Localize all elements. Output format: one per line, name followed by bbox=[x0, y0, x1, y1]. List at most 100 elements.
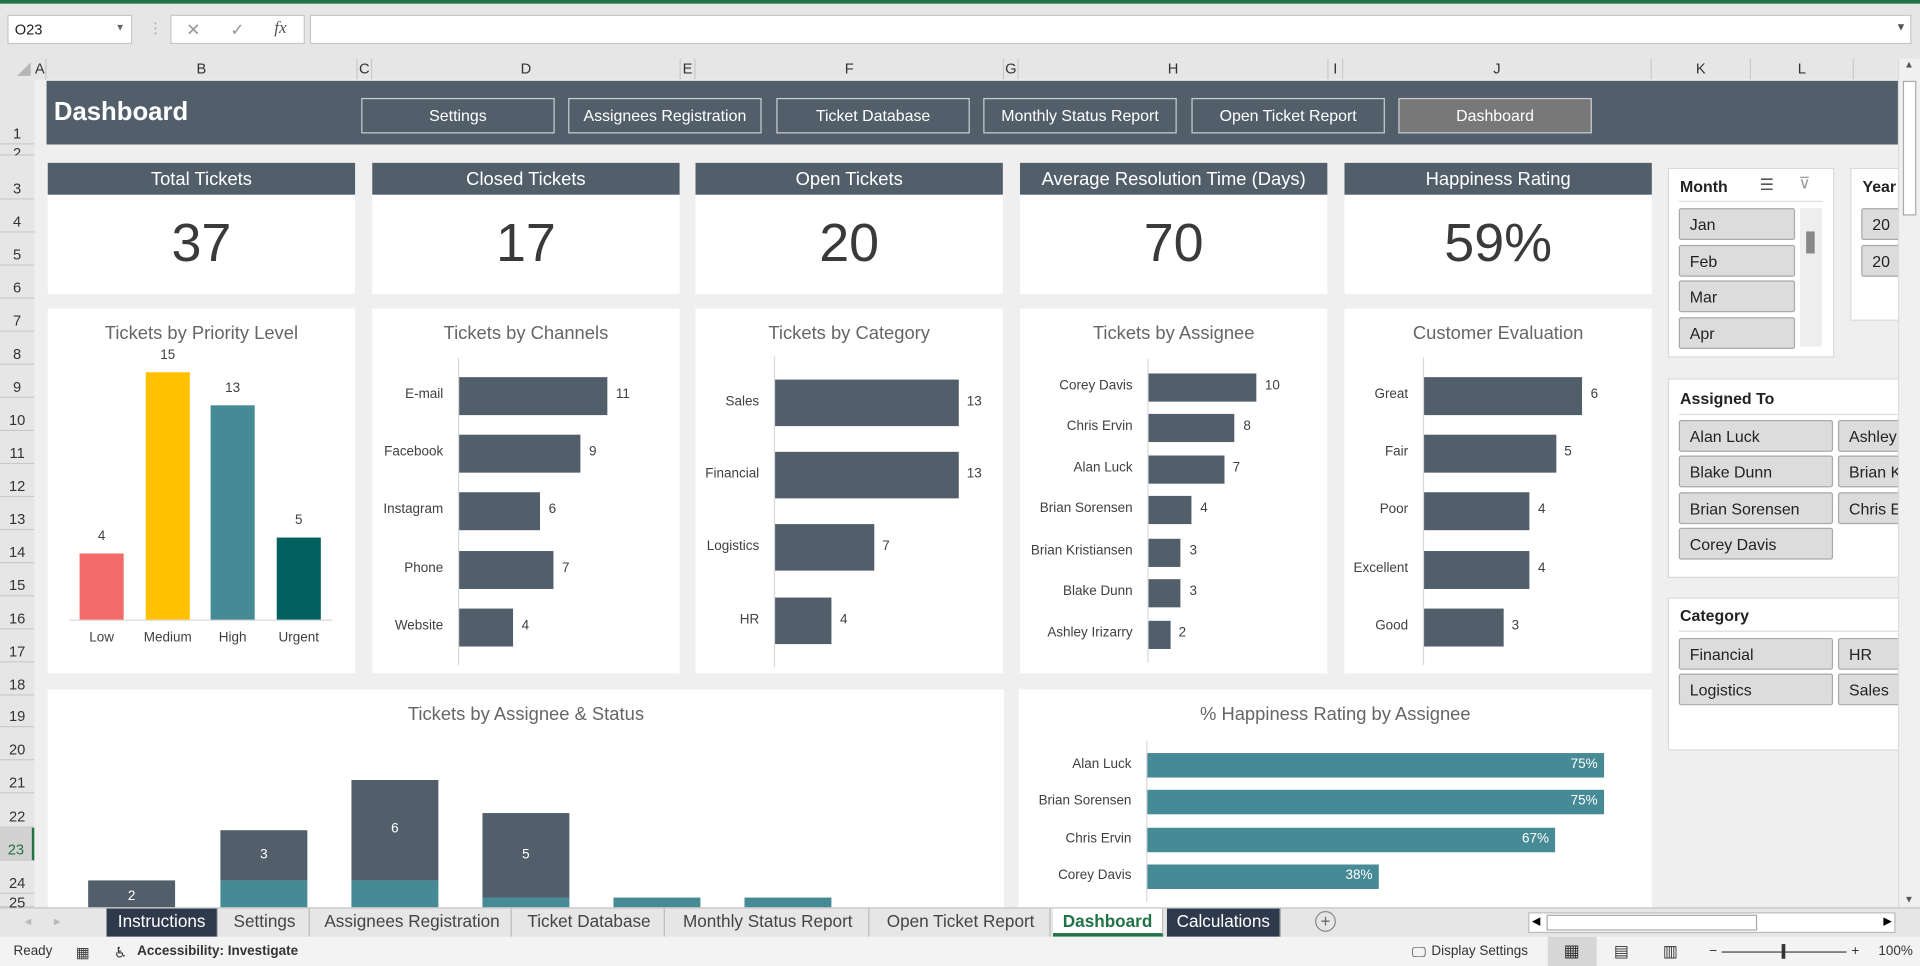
row-header-7[interactable]: 7 bbox=[0, 298, 35, 332]
row-header-6[interactable]: 6 bbox=[0, 265, 35, 299]
column-header-i[interactable]: I bbox=[1328, 58, 1344, 80]
clear-filter-icon[interactable]: ⊽ bbox=[1799, 174, 1811, 194]
slicer-scroll-thumb[interactable] bbox=[1806, 231, 1815, 254]
column-header-f[interactable]: F bbox=[695, 58, 1005, 80]
scroll-right-icon[interactable]: ▶ bbox=[1883, 915, 1891, 928]
column-header-j[interactable]: J bbox=[1343, 58, 1652, 80]
normal-view-button[interactable]: ▦ bbox=[1547, 936, 1597, 966]
row-header-19[interactable]: 19 bbox=[0, 695, 35, 728]
select-all[interactable] bbox=[0, 58, 35, 80]
sheet-tab-instructions[interactable]: Instructions bbox=[106, 908, 218, 937]
row-header-9[interactable]: 9 bbox=[0, 364, 35, 398]
nav-button-assignees-registration[interactable]: Assignees Registration bbox=[568, 97, 762, 134]
column-header-h[interactable]: H bbox=[1018, 58, 1329, 80]
sheet-tab-open-ticket-report[interactable]: Open Ticket Report bbox=[872, 908, 1051, 937]
row-header-4[interactable]: 4 bbox=[0, 199, 35, 233]
sheet-tab-ticket-database[interactable]: Ticket Database bbox=[514, 908, 665, 937]
slicer-item-apr[interactable]: Apr bbox=[1678, 316, 1796, 349]
bar-brian-sorensen bbox=[1148, 495, 1192, 524]
row-header-25[interactable]: 25 bbox=[0, 893, 35, 911]
slicer-item-alan-luck[interactable]: Alan Luck bbox=[1678, 420, 1834, 452]
name-box[interactable]: O23 ▼ bbox=[7, 14, 133, 45]
sheet-tab-calculations[interactable]: Calculations bbox=[1166, 908, 1281, 937]
bar-hr bbox=[775, 597, 832, 645]
function-icon[interactable]: fx bbox=[274, 20, 286, 40]
vertical-scrollbar[interactable]: ▲ ▼ bbox=[1897, 58, 1920, 908]
slicer-item-feb[interactable]: Feb bbox=[1678, 244, 1796, 277]
row-header-5[interactable]: 5 bbox=[0, 232, 35, 266]
nav-button-settings[interactable]: Settings bbox=[361, 97, 555, 134]
row-header-20[interactable]: 20 bbox=[0, 727, 35, 761]
chevron-down-icon[interactable]: ▼ bbox=[115, 22, 125, 33]
sheet-tab-monthly-status-report[interactable]: Monthly Status Report bbox=[667, 908, 870, 937]
bar-e-mail bbox=[459, 376, 608, 415]
column-header-g[interactable]: G bbox=[1004, 58, 1019, 80]
row-header-8[interactable]: 8 bbox=[0, 331, 35, 365]
slicer-item-blake-dunn[interactable]: Blake Dunn bbox=[1678, 455, 1834, 488]
add-sheet-icon[interactable]: + bbox=[1315, 911, 1336, 932]
row-header-10[interactable]: 10 bbox=[0, 397, 35, 432]
row-header-2[interactable]: 2 bbox=[0, 144, 35, 162]
scroll-thumb[interactable] bbox=[1902, 80, 1917, 216]
slicer-scrollbar[interactable] bbox=[1800, 208, 1823, 347]
nav-button-ticket-database[interactable]: Ticket Database bbox=[776, 97, 970, 134]
column-header-d[interactable]: D bbox=[372, 58, 681, 80]
accessibility-status[interactable]: Accessibility: Investigate bbox=[137, 944, 298, 959]
row-header-23[interactable]: 23 bbox=[0, 827, 35, 861]
row-header-14[interactable]: 14 bbox=[0, 530, 35, 564]
category-label: Instagram bbox=[383, 502, 444, 517]
row-header-3[interactable]: 3 bbox=[0, 155, 35, 200]
column-header-a[interactable]: A bbox=[34, 58, 47, 80]
zoom-level[interactable]: 100% bbox=[1878, 944, 1912, 959]
row-header-17[interactable]: 17 bbox=[0, 629, 35, 663]
tab-prev-icon[interactable]: ◂ bbox=[24, 913, 31, 930]
sheet-tab-assignees-registration[interactable]: Assignees Registration bbox=[313, 908, 512, 937]
cancel-icon[interactable]: ✕ bbox=[186, 20, 200, 41]
tab-next-icon[interactable]: ▸ bbox=[54, 913, 61, 930]
expand-formula-icon[interactable]: ▼ bbox=[1896, 21, 1907, 33]
row-header-18[interactable]: 18 bbox=[0, 662, 35, 696]
nav-button-open-ticket-report[interactable]: Open Ticket Report bbox=[1191, 97, 1385, 134]
page-break-icon[interactable]: ▥ bbox=[1663, 942, 1678, 962]
slicer-item-mar[interactable]: Mar bbox=[1678, 280, 1796, 313]
slicer-item-financial[interactable]: Financial bbox=[1678, 637, 1834, 670]
row-header-24[interactable]: 24 bbox=[0, 860, 35, 894]
macro-icon[interactable]: ▦ bbox=[76, 944, 90, 961]
display-settings-button[interactable]: Display Settings bbox=[1431, 944, 1528, 959]
page-layout-icon[interactable]: ▤ bbox=[1614, 942, 1629, 962]
row-header-13[interactable]: 13 bbox=[0, 497, 35, 531]
row-header-22[interactable]: 22 bbox=[0, 793, 35, 828]
bar-corey-davis bbox=[1148, 372, 1257, 402]
slicer-item-jan[interactable]: Jan bbox=[1678, 208, 1796, 241]
zoom-out-icon[interactable]: − bbox=[1709, 944, 1717, 959]
column-header-e[interactable]: E bbox=[680, 58, 696, 80]
row-header-16[interactable]: 16 bbox=[0, 596, 35, 630]
row-header-11[interactable]: 11 bbox=[0, 431, 35, 465]
scroll-thumb-horizontal[interactable] bbox=[1546, 914, 1758, 931]
slicer-item-corey-davis[interactable]: Corey Davis bbox=[1678, 527, 1834, 560]
row-header-12[interactable]: 12 bbox=[0, 464, 35, 498]
slicer-item-brian-sorensen[interactable]: Brian Sorensen bbox=[1678, 491, 1834, 524]
sheet-tab-dashboard[interactable]: Dashboard bbox=[1053, 908, 1164, 937]
slicer-item-logistics[interactable]: Logistics bbox=[1678, 673, 1834, 706]
multi-select-icon[interactable]: ☰ bbox=[1760, 175, 1774, 195]
column-header-b[interactable]: B bbox=[46, 58, 358, 80]
zoom-slider-thumb[interactable] bbox=[1781, 944, 1786, 959]
scroll-left-icon[interactable]: ◀ bbox=[1532, 915, 1540, 928]
scroll-down-icon[interactable]: ▼ bbox=[1904, 894, 1914, 905]
sheet-tab-settings[interactable]: Settings bbox=[220, 908, 310, 937]
category-label: Fair bbox=[1384, 444, 1409, 460]
row-header-1[interactable]: 1 bbox=[0, 80, 35, 145]
horizontal-scrollbar[interactable]: ◀ ▶ bbox=[1528, 912, 1896, 934]
row-header-15[interactable]: 15 bbox=[0, 563, 35, 597]
enter-icon[interactable]: ✓ bbox=[230, 20, 244, 41]
scroll-up-icon[interactable]: ▲ bbox=[1904, 59, 1914, 70]
row-header-21[interactable]: 21 bbox=[0, 760, 35, 794]
column-header-l[interactable]: L bbox=[1751, 58, 1854, 80]
formula-input[interactable] bbox=[309, 14, 1912, 45]
nav-button-dashboard[interactable]: Dashboard bbox=[1398, 97, 1592, 134]
nav-button-monthly-status-report[interactable]: Monthly Status Report bbox=[983, 97, 1177, 134]
zoom-in-icon[interactable]: + bbox=[1851, 944, 1859, 959]
column-header-c[interactable]: C bbox=[357, 58, 373, 80]
column-header-k[interactable]: K bbox=[1651, 58, 1752, 80]
